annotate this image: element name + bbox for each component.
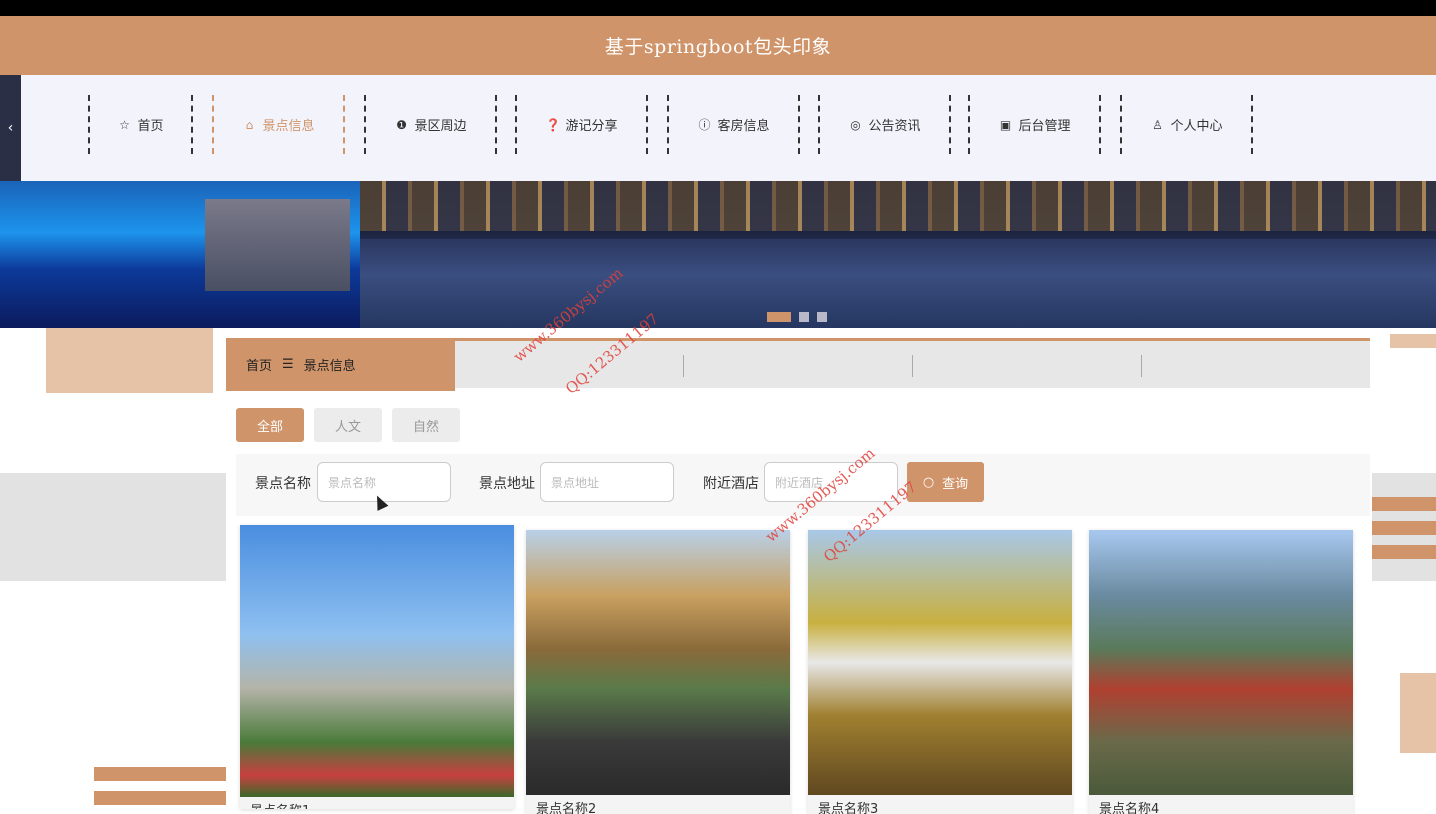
decor-stripe: [1372, 521, 1436, 535]
circle-icon: ◎: [850, 117, 861, 132]
attraction-image-eagle: [526, 530, 790, 795]
breadcrumb-home[interactable]: 首页: [246, 355, 272, 374]
star-icon: ☆: [119, 117, 130, 132]
attraction-image-bridge: [808, 530, 1072, 795]
info-icon: ⓘ: [698, 118, 711, 132]
breadcrumb-current: 景点信息: [303, 359, 356, 374]
divider: [1141, 355, 1142, 377]
search-icon: ○: [922, 474, 935, 490]
attraction-caption: 景点名称3: [818, 802, 879, 814]
user-icon: ♙: [1152, 117, 1163, 132]
nav-item-travel-notes[interactable]: ❓ 游记分享: [515, 95, 648, 154]
decor-stripe: [94, 791, 226, 805]
nav-item-label: 首页: [137, 119, 164, 134]
attraction-image-monument: [240, 525, 514, 797]
decor-block: [1400, 673, 1436, 753]
divider: [912, 355, 913, 377]
search-label-hotel: 附近酒店: [703, 476, 759, 492]
nav-item-surroundings[interactable]: ❶ 景区周边: [364, 95, 497, 154]
nav-item-label: 个人中心: [1170, 119, 1223, 134]
nav-prev-arrow[interactable]: ‹: [0, 75, 21, 181]
search-label-address: 景点地址: [479, 476, 535, 492]
attraction-card[interactable]: 景点名称2: [526, 530, 790, 814]
carousel-dot[interactable]: [767, 312, 791, 322]
nav-item-label: 客房信息: [717, 119, 770, 134]
decor-block: [1390, 334, 1436, 348]
category-nature-button[interactable]: 自然: [392, 408, 460, 442]
banner-image-city-lights: [360, 181, 1436, 231]
attraction-caption: 景点名称2: [536, 802, 597, 814]
carousel-dot[interactable]: [817, 312, 827, 322]
attraction-card[interactable]: 景点名称4: [1089, 530, 1353, 814]
top-black-bar: [0, 0, 1436, 16]
bag-icon: ⌂: [245, 117, 254, 132]
attraction-card[interactable]: 景点名称3: [808, 530, 1072, 814]
divider: [683, 355, 684, 377]
search-button-label: 查询: [942, 476, 969, 492]
info-icon: ❶: [396, 117, 407, 132]
search-label-name: 景点名称: [255, 476, 311, 492]
category-all-button[interactable]: 全部: [236, 408, 304, 442]
nav-item-profile[interactable]: ♙ 个人中心: [1120, 95, 1253, 154]
nav-item-label: 公告资讯: [868, 119, 921, 134]
decor-block: [0, 473, 226, 581]
attraction-caption: 景点名称1: [250, 800, 310, 809]
banner-image-pillar: [205, 199, 350, 291]
decor-stripe: [94, 767, 226, 781]
decor-stripe: [1372, 545, 1436, 559]
nav-item-admin[interactable]: ▣ 后台管理: [968, 95, 1101, 154]
carousel-dot[interactable]: [799, 312, 809, 322]
site-header: 基于springboot包头印象: [0, 16, 1436, 75]
list-icon: ☰: [282, 357, 294, 372]
search-button[interactable]: ○ 查询: [907, 462, 984, 502]
breadcrumb: 首页 ☰ 景点信息: [226, 338, 1370, 391]
nav-item-attractions[interactable]: ⌂ 景点信息: [212, 95, 345, 154]
attraction-caption: 景点名称4: [1099, 802, 1160, 814]
breadcrumb-active: 首页 ☰ 景点信息: [226, 338, 455, 391]
attraction-card[interactable]: 景点名称1: [240, 525, 514, 809]
nav-item-label: 景区周边: [414, 119, 467, 134]
category-culture-button[interactable]: 人文: [314, 408, 382, 442]
carousel-indicators: [767, 312, 827, 322]
nav-item-label: 景点信息: [262, 119, 315, 134]
attraction-image-pavilion: [1089, 530, 1353, 795]
decor-stripe: [1372, 497, 1436, 511]
site-title: 基于springboot包头印象: [604, 36, 832, 58]
nav-item-announcements[interactable]: ◎ 公告资讯: [818, 95, 951, 154]
help-icon: ❓: [545, 117, 561, 132]
nav-item-label: 游记分享: [565, 119, 618, 134]
banner-carousel[interactable]: [0, 181, 1436, 328]
nav-item-label: 后台管理: [1018, 119, 1071, 134]
decor-block: [46, 328, 213, 393]
banner-image-river: [360, 239, 1436, 328]
nav-item-home[interactable]: ☆ 首页: [88, 95, 193, 154]
main-nav: ☆ 首页 ⌂ 景点信息 ❶ 景区周边 ❓ 游记分享 ⓘ 客房信息 ◎ 公告资讯 …: [21, 75, 1436, 181]
nav-item-rooms[interactable]: ⓘ 客房信息: [667, 95, 800, 154]
attraction-address-input[interactable]: 景点地址: [540, 462, 674, 502]
box-icon: ▣: [999, 117, 1012, 132]
